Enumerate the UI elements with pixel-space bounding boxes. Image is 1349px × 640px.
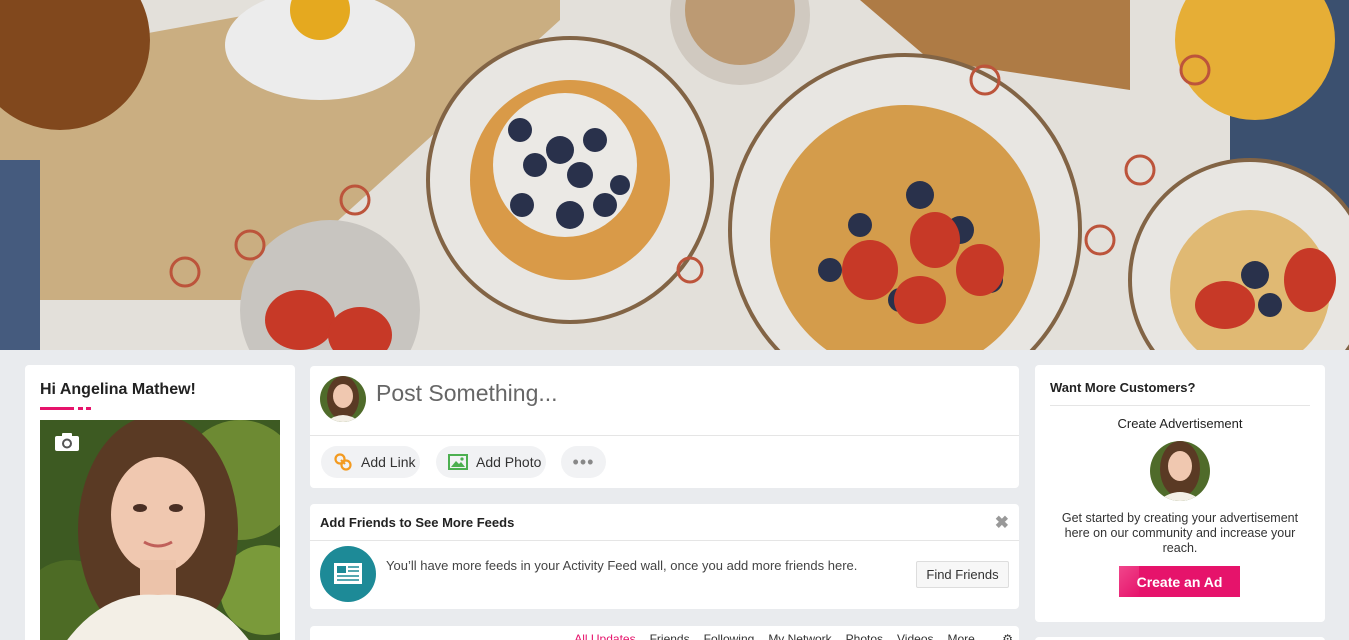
ad-card: Want More Customers? Create Advertisemen…: [1035, 365, 1325, 622]
profile-card: Hi Angelina Mathew!: [25, 365, 295, 640]
tab-list: All Updates Friends Following My Network…: [574, 632, 1013, 640]
heading-underline-dot: [86, 407, 91, 410]
ad-description: Get started by creating your advertiseme…: [1061, 511, 1299, 555]
photo-icon: [448, 454, 468, 470]
add-link-label: Add Link: [361, 454, 416, 470]
heading-underline-dot: [78, 407, 83, 410]
ad-heading: Want More Customers?: [1050, 380, 1196, 395]
cover-photo: [0, 0, 1349, 350]
tab-my-network[interactable]: My Network: [768, 632, 831, 640]
create-ad-button[interactable]: Create an Ad: [1119, 566, 1240, 597]
divider: [310, 435, 1019, 436]
divider: [1050, 405, 1310, 406]
add-photo-button[interactable]: Add Photo: [436, 446, 546, 478]
more-options-button[interactable]: •••: [561, 446, 606, 478]
find-friends-button[interactable]: Find Friends: [916, 561, 1009, 588]
heading-underline: [40, 407, 74, 410]
greeting-heading: Hi Angelina Mathew!: [40, 381, 196, 398]
profile-photo[interactable]: [40, 420, 280, 640]
ad-subtitle: Create Advertisement: [1117, 416, 1243, 431]
add-link-button[interactable]: Add Link: [321, 446, 420, 478]
tab-friends[interactable]: Friends: [650, 632, 690, 640]
card-message: You’ll have more feeds in your Activity …: [386, 558, 858, 573]
divider: [310, 540, 1019, 541]
tab-more[interactable]: More ⌄: [948, 632, 989, 640]
avatar: [1150, 441, 1210, 501]
card-title: Add Friends to See More Feeds: [320, 515, 515, 530]
add-friends-card: Add Friends to See More Feeds ✖ You’ll h…: [310, 504, 1019, 609]
avatar[interactable]: [320, 376, 366, 422]
post-composer: Post Something... Add Link Add Photo •••: [310, 366, 1019, 488]
feed-tabs: All Updates Friends Following My Network…: [310, 626, 1019, 640]
create-ad-label: Create an Ad: [1136, 573, 1223, 590]
tab-videos[interactable]: Videos: [897, 632, 933, 640]
add-photo-label: Add Photo: [476, 454, 542, 470]
tab-photos[interactable]: Photos: [846, 632, 883, 640]
newspaper-icon: [320, 546, 376, 602]
close-icon[interactable]: ✖: [995, 513, 1009, 533]
tab-all-updates[interactable]: All Updates: [574, 632, 635, 640]
more-icon: •••: [572, 451, 595, 472]
gear-icon[interactable]: ⚙: [1002, 632, 1013, 640]
link-icon: [334, 453, 352, 471]
post-input[interactable]: Post Something...: [376, 380, 558, 407]
camera-icon[interactable]: [54, 432, 80, 452]
tab-following[interactable]: Following: [704, 632, 755, 640]
